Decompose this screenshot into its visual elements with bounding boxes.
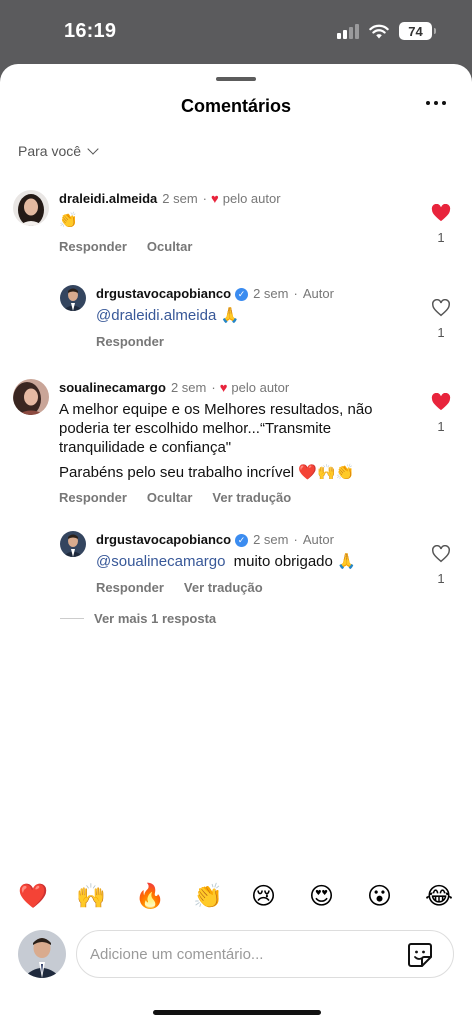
- heart-filled-icon: [431, 393, 451, 411]
- comment-text: @draleidi.almeida 🙏: [96, 307, 240, 324]
- sort-filter-label: Para você: [18, 143, 82, 159]
- view-more-replies-label: Ver mais 1 resposta: [94, 611, 217, 626]
- emoji-raising-hands[interactable]: 🙌: [76, 882, 106, 911]
- sheet-title: Comentários: [180, 96, 292, 116]
- quick-emoji-bar: ❤️ 🙌 🔥 👏 😢 😍 😮 😂: [0, 880, 472, 920]
- comment-time: 2 sem: [253, 286, 289, 301]
- heart-icon: ♥: [211, 191, 219, 206]
- hide-button[interactable]: Ocultar: [147, 239, 193, 254]
- verified-badge-icon: ✓: [235, 287, 249, 301]
- reply-button[interactable]: Responder: [96, 334, 164, 349]
- wifi-icon: [369, 24, 389, 38]
- like-count: 1: [437, 571, 445, 586]
- like-button[interactable]: 1: [431, 545, 451, 586]
- emoji-crying-face[interactable]: 😢: [251, 882, 276, 911]
- reply-button[interactable]: Responder: [59, 490, 127, 505]
- battery-indicator: 74: [399, 22, 436, 40]
- cellular-signal-icon: [337, 23, 359, 39]
- reply-button[interactable]: Responder: [96, 580, 164, 595]
- more-options-button[interactable]: [426, 101, 446, 105]
- avatar[interactable]: [60, 285, 86, 311]
- emoji-red-heart[interactable]: ❤️: [18, 882, 48, 911]
- author-label: Autor: [302, 532, 334, 547]
- divider: [60, 618, 84, 619]
- comment-text: @soualinecamargo muito obrigado 🙏: [96, 553, 356, 570]
- emoji-heart-eyes[interactable]: 😍: [309, 882, 334, 911]
- mention-link[interactable]: @soualinecamargo: [96, 553, 225, 570]
- comment-username[interactable]: draleidi.almeida: [59, 190, 157, 208]
- hide-button[interactable]: Ocultar: [147, 490, 193, 505]
- sticker-icon[interactable]: [407, 942, 433, 968]
- like-button[interactable]: 1: [431, 393, 451, 434]
- comments-sheet: Comentários Para você draleidi.almeida 2…: [0, 64, 472, 1024]
- comment-username[interactable]: soualinecamargo: [59, 379, 166, 397]
- heart-outline-icon: [432, 299, 450, 317]
- comment-text: A melhor equipe e os Melhores resultados…: [59, 401, 373, 481]
- like-count: 1: [437, 419, 445, 434]
- status-icons: 74: [337, 22, 436, 40]
- see-translation-button[interactable]: Ver tradução: [212, 490, 291, 505]
- heart-icon: ♥: [219, 380, 228, 395]
- current-user-avatar: [18, 930, 66, 978]
- comment-input[interactable]: [90, 945, 390, 963]
- sort-filter-dropdown[interactable]: Para você: [18, 143, 99, 159]
- verified-badge-icon: ✓: [235, 533, 249, 547]
- like-count: 1: [437, 325, 445, 340]
- comment-time: 2 sem: [253, 532, 289, 547]
- chevron-down-icon: [87, 143, 99, 155]
- like-button[interactable]: 1: [431, 204, 451, 245]
- view-more-replies-button[interactable]: Ver mais 1 resposta: [60, 611, 216, 626]
- avatar[interactable]: [13, 379, 49, 415]
- comment-text: 👏: [59, 212, 78, 229]
- reply-button[interactable]: Responder: [59, 239, 127, 254]
- sheet-grab-handle[interactable]: [216, 77, 256, 81]
- heart-outline-icon: [432, 545, 450, 563]
- emoji-clapping-hands[interactable]: 👏: [193, 882, 223, 911]
- mention-link[interactable]: @draleidi.almeida: [96, 307, 216, 324]
- avatar[interactable]: [60, 531, 86, 557]
- comment-username[interactable]: drgustavocapobianco: [96, 531, 231, 549]
- see-translation-button[interactable]: Ver tradução: [184, 580, 263, 595]
- comment-composer[interactable]: [76, 930, 454, 978]
- comment-time: 2 sem: [162, 191, 198, 206]
- emoji-fire[interactable]: 🔥: [135, 882, 165, 911]
- status-time: 16:19: [64, 20, 117, 42]
- emoji-surprised-face[interactable]: 😮: [367, 882, 392, 911]
- author-label: Autor: [302, 286, 334, 301]
- emoji-laughing-face[interactable]: 😂: [425, 882, 453, 911]
- home-indicator: [153, 1010, 321, 1015]
- status-bar: 16:19 74: [0, 0, 472, 64]
- like-count: 1: [437, 230, 445, 245]
- comment-username[interactable]: drgustavocapobianco: [96, 285, 231, 303]
- liked-by-author-label: pelo autor: [222, 191, 281, 206]
- like-button[interactable]: 1: [431, 299, 451, 340]
- avatar[interactable]: [13, 190, 49, 226]
- liked-by-author-label: pelo autor: [231, 380, 290, 395]
- heart-filled-icon: [431, 204, 451, 222]
- comment-time: 2 sem: [170, 380, 207, 395]
